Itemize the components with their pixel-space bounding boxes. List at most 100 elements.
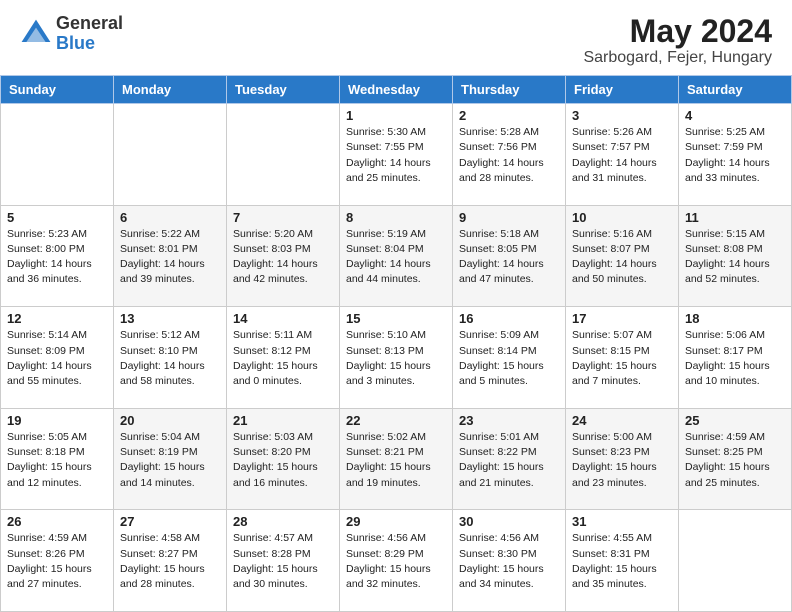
day-number: 29 xyxy=(346,514,446,529)
table-row: 19Sunrise: 5:05 AMSunset: 8:18 PMDayligh… xyxy=(1,408,114,510)
table-row xyxy=(1,104,114,206)
day-info: Sunrise: 5:11 AM Sunset: 8:12 PM Daylight:… xyxy=(233,328,333,389)
table-row: 8Sunrise: 5:19 AMSunset: 8:04 PMDaylight… xyxy=(340,205,453,307)
daylight-text: Daylight: 15 hours and 32 minutes. xyxy=(346,563,431,590)
sunset-text: Sunset: 7:56 PM xyxy=(459,141,537,153)
sunset-text: Sunset: 8:09 PM xyxy=(7,345,85,357)
table-row: 24Sunrise: 5:00 AMSunset: 8:23 PMDayligh… xyxy=(566,408,679,510)
day-info: Sunrise: 5:00 AMSunset: 8:23 PMDaylight:… xyxy=(572,430,672,491)
daylight-text: Daylight: 14 hours and 55 minutes. xyxy=(7,360,92,387)
sunrise-text: Sunrise: 5:14 AM xyxy=(7,329,87,341)
day-info: Sunrise: 5:28 AMSunset: 7:56 PMDaylight:… xyxy=(459,125,559,186)
day-info: Sunrise: 4:59 AMSunset: 8:25 PMDaylight:… xyxy=(685,430,785,491)
day-number: 31 xyxy=(572,514,672,529)
daylight-text: Daylight: 15 hours and 19 minutes. xyxy=(346,461,431,488)
sunrise-text: Sunrise: 5:19 AM xyxy=(346,228,426,240)
day-info: Sunrise: 5:16 AMSunset: 8:07 PMDaylight:… xyxy=(572,227,672,288)
table-row: 28Sunrise: 4:57 AMSunset: 8:28 PMDayligh… xyxy=(227,510,340,612)
sunrise-text: Sunrise: 5:11 AM xyxy=(233,329,312,341)
sunset-text: Sunset: 7:57 PM xyxy=(572,141,650,153)
table-row: 30 Sunrise: 4:56 AMSunset: 8:30 PMDayligh… xyxy=(453,510,566,612)
day-number: 19 xyxy=(7,413,107,428)
daylight-text: Daylight: 14 hours and 58 minutes. xyxy=(120,360,205,387)
day-number: 12 xyxy=(7,311,107,326)
sunrise-text: Sunrise: 5:12 AM xyxy=(120,329,200,341)
day-info: Sunrise: 4:55 AMSunset: 8:31 PMDaylight:… xyxy=(572,531,672,592)
table-row: 7Sunrise: 5:20 AMSunset: 8:03 PMDaylight… xyxy=(227,205,340,307)
sunset-text: Sunset: 8:22 PM xyxy=(459,446,537,458)
day-info: Sunrise: 5:05 AMSunset: 8:18 PMDaylight:… xyxy=(7,430,107,491)
logo-blue: Blue xyxy=(56,34,123,54)
sunset-text: Sunset: 8:23 PM xyxy=(572,446,650,458)
daylight-text: Daylight: 14 hours and 31 minutes. xyxy=(572,157,657,184)
day-number: 15 xyxy=(346,311,446,326)
table-row: 11 Sunrise: 5:15 AMSunset: 8:08 PMDayligh… xyxy=(679,205,792,307)
daylight-text: Daylight: 15 hours and 3 minutes. xyxy=(346,360,431,387)
day-info: Sunrise: 5:12 AMSunset: 8:10 PMDaylight:… xyxy=(120,328,220,389)
day-number: 9 xyxy=(459,210,559,225)
col-thursday: Thursday xyxy=(453,76,566,104)
calendar-week-row: 26Sunrise: 4:59 AMSunset: 8:26 PMDayligh… xyxy=(1,510,792,612)
day-info: Sunrise: 5:20 AMSunset: 8:03 PMDaylight:… xyxy=(233,227,333,288)
sunrise-text: Sunrise: 5:05 AM xyxy=(7,431,87,443)
day-number: 5 xyxy=(7,210,107,225)
table-row xyxy=(114,104,227,206)
sunset-text: Sunset: 8:20 PM xyxy=(233,446,311,458)
sunset-text: Sunset: 8:19 PM xyxy=(120,446,198,458)
calendar-table: Sunday Monday Tuesday Wednesday Thursday… xyxy=(0,75,792,612)
table-row: 5Sunrise: 5:23 AMSunset: 8:00 PMDaylight… xyxy=(1,205,114,307)
daylight-text: Daylight: 15 hours and 0 minutes. xyxy=(233,360,318,387)
table-row: 26Sunrise: 4:59 AMSunset: 8:26 PMDayligh… xyxy=(1,510,114,612)
sunrise-text: Sunrise: 5:20 AM xyxy=(233,228,313,240)
sunrise-text: Sunrise: 5:30 AM xyxy=(346,126,426,138)
daylight-text: Daylight: 15 hours and 27 minutes. xyxy=(7,563,92,590)
sunset-text: Sunset: 8:30 PM xyxy=(459,548,537,560)
table-row: 2 Sunrise: 5:28 AMSunset: 7:56 PMDaylight… xyxy=(453,104,566,206)
col-saturday: Saturday xyxy=(679,76,792,104)
daylight-text: Daylight: 15 hours and 5 minutes. xyxy=(459,360,544,387)
header: General Blue May 2024 Sarbogard, Fejer, … xyxy=(0,0,792,75)
day-number: 21 xyxy=(233,413,333,428)
sunrise-text: Sunrise: 4:57 AM xyxy=(233,532,313,544)
daylight-text: Daylight: 15 hours and 7 minutes. xyxy=(572,360,657,387)
sunset-text: Sunset: 8:15 PM xyxy=(572,345,650,357)
day-number: 2 xyxy=(459,108,559,123)
sunset-text: Sunset: 8:13 PM xyxy=(346,345,424,357)
day-number: 14 xyxy=(233,311,333,326)
sunset-text: Sunset: 8:01 PM xyxy=(120,243,198,255)
title-block: May 2024 Sarbogard, Fejer, Hungary xyxy=(583,14,772,67)
sunset-text: Sunset: 8:21 PM xyxy=(346,446,424,458)
day-number: 11 xyxy=(685,210,785,225)
sunrise-text: Sunrise: 4:59 AM xyxy=(685,431,765,443)
day-number: 4 xyxy=(685,108,785,123)
daylight-text: Daylight: 15 hours and 10 minutes. xyxy=(685,360,770,387)
day-number: 13 xyxy=(120,311,220,326)
day-info: Sunrise: 4:56 AMSunset: 8:30 PMDaylight:… xyxy=(459,531,559,592)
sunset-text: Sunset: 8:17 PM xyxy=(685,345,763,357)
sunset-text: Sunset: 8:26 PM xyxy=(7,548,85,560)
day-number: 30 xyxy=(459,514,559,529)
sunrise-text: Sunrise: 5:02 AM xyxy=(346,431,426,443)
day-info: Sunrise: 5:19 AMSunset: 8:04 PMDaylight:… xyxy=(346,227,446,288)
day-info: Sunrise: 5:26 AMSunset: 7:57 PMDaylight:… xyxy=(572,125,672,186)
sunset-text: Sunset: 8:12 PM xyxy=(233,345,311,357)
day-number: 18 xyxy=(685,311,785,326)
daylight-text: Daylight: 14 hours and 28 minutes. xyxy=(459,157,544,184)
day-info: Sunrise: 5:15 AMSunset: 8:08 PMDaylight:… xyxy=(685,227,785,288)
table-row: 13 Sunrise: 5:12 AMSunset: 8:10 PMDayligh… xyxy=(114,307,227,409)
day-info: Sunrise: 5:06 AMSunset: 8:17 PMDaylight:… xyxy=(685,328,785,389)
sunset-text: Sunset: 7:59 PM xyxy=(685,141,763,153)
table-row: 18 Sunrise: 5:06 AMSunset: 8:17 PMDayligh… xyxy=(679,307,792,409)
sunset-text: Sunset: 8:07 PM xyxy=(572,243,650,255)
sunrise-text: Sunrise: 5:00 AM xyxy=(572,431,652,443)
table-row: 4Sunrise: 5:25 AMSunset: 7:59 PMDaylight… xyxy=(679,104,792,206)
sunset-text: Sunset: 8:18 PM xyxy=(7,446,85,458)
daylight-text: Daylight: 14 hours and 39 minutes. xyxy=(120,258,205,285)
day-number: 24 xyxy=(572,413,672,428)
logo-general: General xyxy=(56,14,123,34)
day-number: 27 xyxy=(120,514,220,529)
table-row xyxy=(227,104,340,206)
calendar-week-row: 12 Sunrise: 5:14 AM Sunset: 8:09 PM Dayligh… xyxy=(1,307,792,409)
day-info: Sunrise: 5:02 AM Sunset: 8:21 PM Daylight:… xyxy=(346,430,446,491)
table-row: 17Sunrise: 5:07 AMSunset: 8:15 PMDayligh… xyxy=(566,307,679,409)
